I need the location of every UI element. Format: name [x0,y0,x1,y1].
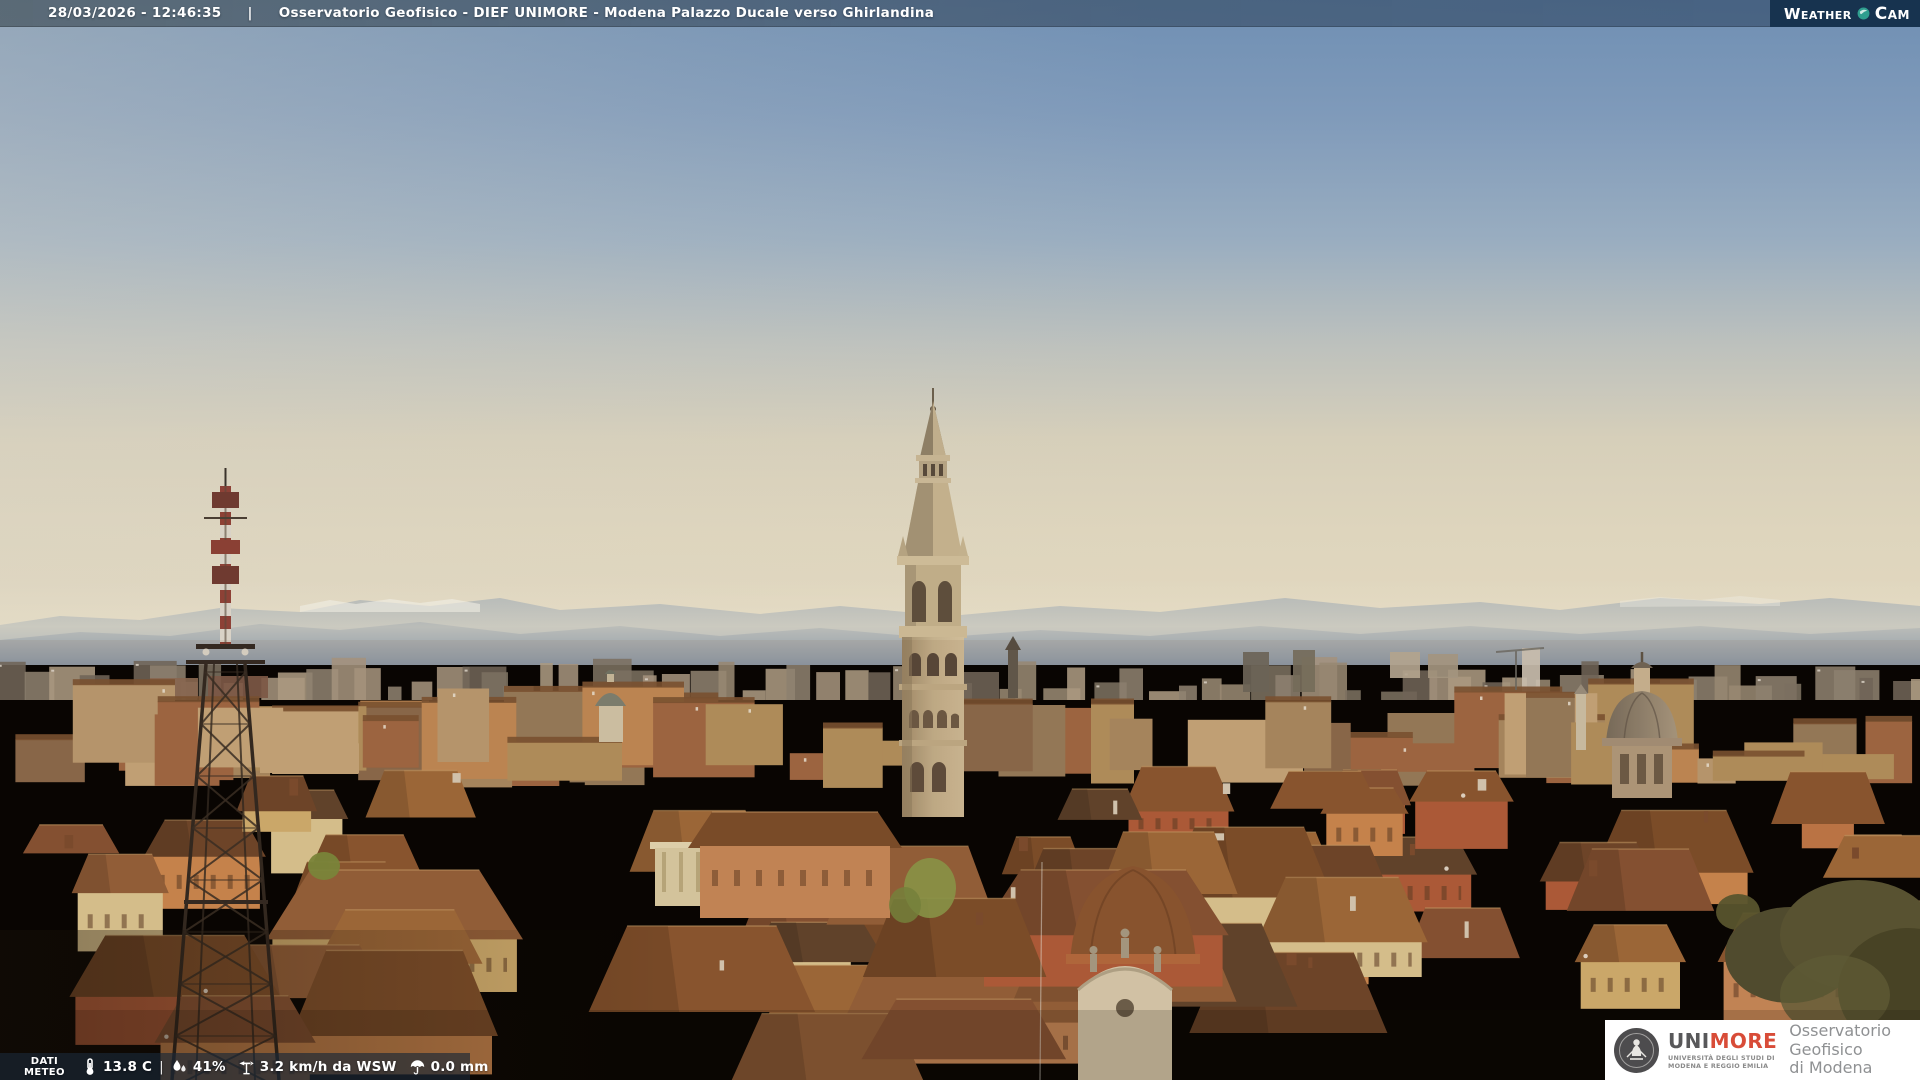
humidity-icon [173,1060,186,1072]
globe-icon [1857,7,1870,20]
top-info-bar: 28/03/2026 - 12:46:35 | Osservatorio Geo… [0,0,1920,27]
university-seal-icon [1614,1027,1659,1073]
thermometer-icon [86,1058,94,1075]
wind-vane-icon [239,1061,254,1075]
webcam-photo [0,0,1920,1080]
umbrella-icon [410,1060,424,1075]
observatory-name: Osservatorio Geofisico di Modena [1789,1021,1892,1078]
rain-value: 0.0 mm [430,1058,489,1075]
temperature-value: 13.8 C [102,1058,153,1075]
page-title: Osservatorio Geofisico - DIEF UNIMORE - … [278,5,935,21]
university-subtitle: UNIVERSITÀ DEGLI STUDI DI MODENA E REGGI… [1668,1053,1775,1070]
wind-value: 3.2 km/h da WSW [259,1058,397,1075]
unimore-wordmark: UNIMORE UNIVERSITÀ DEGLI STUDI DI MODENA… [1668,1031,1777,1070]
dati-meteo-label: DATI METEO [24,1055,65,1078]
temperature-reading: 13.8 C [81,1057,152,1076]
weathercam-cam-label: Cam [1874,3,1910,24]
humidity-value: 41% [192,1058,226,1075]
wind-reading: 3.2 km/h da WSW [238,1057,397,1076]
weather-data-bar: DATI METEO 13.8 C | 41% 3.2 km/h da WSW [0,1053,488,1080]
weathercam-logo[interactable]: Weather Cam [1769,0,1920,27]
timestamp: 28/03/2026 - 12:46:35 [48,5,222,21]
unimore-uni-text: UNI [1668,1028,1710,1053]
bar-divider: | [159,1058,164,1075]
rain-reading: 0.0 mm [409,1057,489,1076]
humidity-reading: 41% [171,1057,226,1076]
unimore-more-text: MORE [1709,1028,1778,1053]
unimore-logo[interactable]: UNIMORE UNIVERSITÀ DEGLI STUDI DI MODENA… [1605,1020,1920,1080]
separator: | [247,5,253,21]
weathercam-weather-label: Weather [1783,4,1852,23]
